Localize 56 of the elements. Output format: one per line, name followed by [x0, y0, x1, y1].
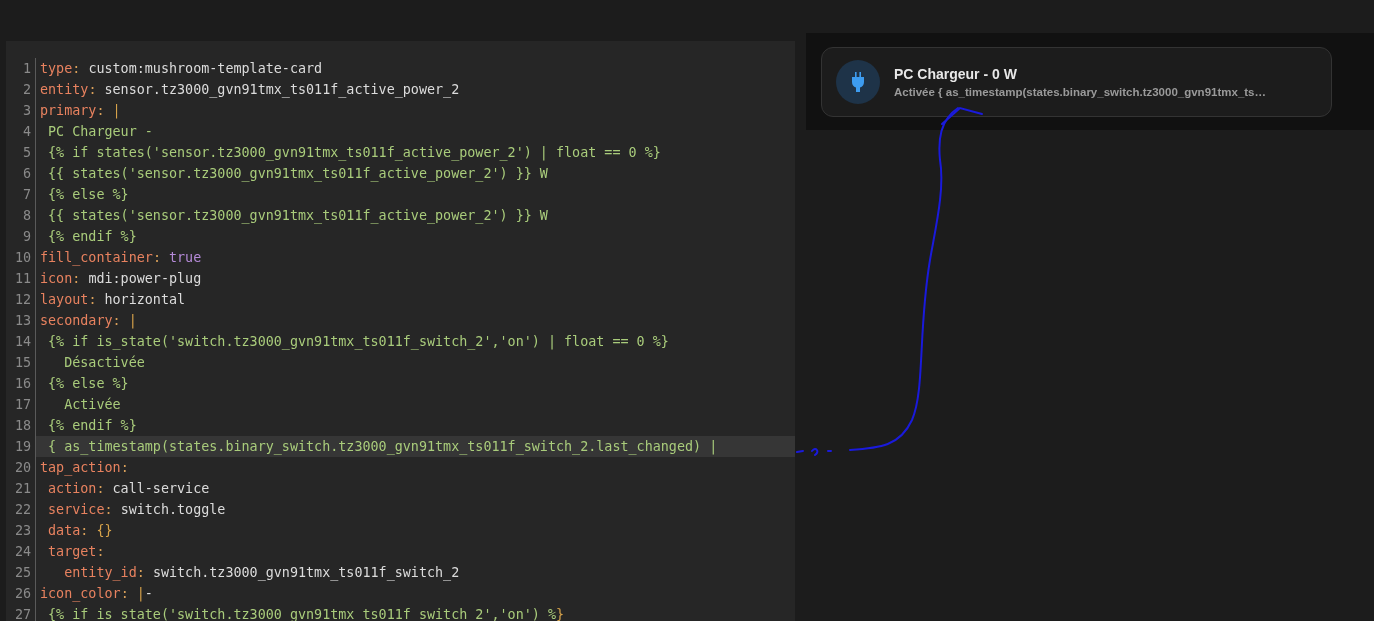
- line-number: 2: [6, 79, 36, 100]
- line-number: 14: [6, 331, 36, 352]
- line-number: 15: [6, 352, 36, 373]
- line-number: 22: [6, 499, 36, 520]
- card-primary-text: PC Chargeur - 0 W: [894, 66, 1018, 82]
- code-line: data: {}: [47, 522, 114, 540]
- line-number: 7: [6, 184, 36, 205]
- code-line: primary: |: [39, 102, 122, 121]
- code-line: {% if states('sensor.tz3000_gvn91tmx_ts011f_active_power_2') | float == 0 %}: [47, 144, 662, 163]
- card-secondary-text: Activée { as_timestamp(states.binary_switch.tz3000_gvn91tmx_ts…: [894, 86, 1266, 98]
- plug-icon: [851, 72, 865, 92]
- code-line: entity: sensor.tz3000_gvn91tmx_ts011f_active_power_2: [39, 81, 461, 100]
- code-line: layout: horizontal: [39, 291, 187, 309]
- line-number: 26: [6, 583, 36, 604]
- template-card[interactable]: PC Chargeur - 0 W Activée { as_timestamp(states.binary_switch.tz3000_gvn91tmx_ts…: [821, 47, 1332, 117]
- code-line: fill_container: true: [39, 249, 203, 268]
- line-number: 9: [6, 226, 36, 247]
- line-number: 18: [6, 415, 36, 436]
- code-line: {% endif %}: [47, 417, 138, 435]
- line-number: 4: [6, 121, 36, 142]
- code-line: action: call-service: [47, 480, 211, 498]
- line-number: 16: [6, 373, 36, 394]
- line-number: 20: [6, 457, 36, 478]
- code-line: service: switch.toggle: [47, 501, 227, 519]
- code-line: {% if is_state('switch.tz3000_gvn91tmx_ts011f_switch_2','on') | float == 0 %}: [47, 333, 670, 352]
- line-number: 5: [6, 142, 36, 163]
- line-number: 12: [6, 289, 36, 310]
- line-number: 13: [6, 310, 36, 331]
- line-number: 25: [6, 562, 36, 583]
- code-line: icon: mdi:power-plug: [39, 270, 203, 288]
- code-line: {% endif %}: [47, 228, 138, 246]
- line-number: 11: [6, 268, 36, 289]
- code-line: {% else %}: [47, 375, 130, 393]
- code-line: entity_id: switch.tz3000_gvn91tmx_ts011f_switch_2: [63, 564, 461, 583]
- line-number: 21: [6, 478, 36, 499]
- line-number: 23: [6, 520, 36, 541]
- line-number: 3: [6, 100, 36, 121]
- code-line: {% else %}: [47, 186, 130, 204]
- code-line: {{ states('sensor.tz3000_gvn91tmx_ts011f_active_power_2') }} W: [47, 207, 549, 226]
- code-line: Activée: [63, 396, 122, 414]
- line-number: 27: [6, 604, 36, 621]
- code-editor[interactable]: [6, 41, 795, 621]
- code-line: Désactivée: [63, 354, 146, 372]
- code-line: secondary: |: [39, 312, 138, 331]
- line-number: 1: [6, 58, 36, 79]
- line-number: 10: [6, 247, 36, 268]
- code-line: target:: [47, 543, 106, 561]
- line-number: 17: [6, 394, 36, 415]
- line-number: 6: [6, 163, 36, 184]
- code-line: {{ states('sensor.tz3000_gvn91tmx_ts011f_active_power_2') }} W: [47, 165, 549, 184]
- code-line: icon_color: |-: [39, 585, 154, 604]
- line-number: 24: [6, 541, 36, 562]
- line-number: 8: [6, 205, 36, 226]
- code-line: type: custom:mushroom-template-card: [39, 60, 324, 78]
- code-line: tap_action:: [39, 459, 130, 478]
- code-line: PC Chargeur -: [47, 123, 154, 141]
